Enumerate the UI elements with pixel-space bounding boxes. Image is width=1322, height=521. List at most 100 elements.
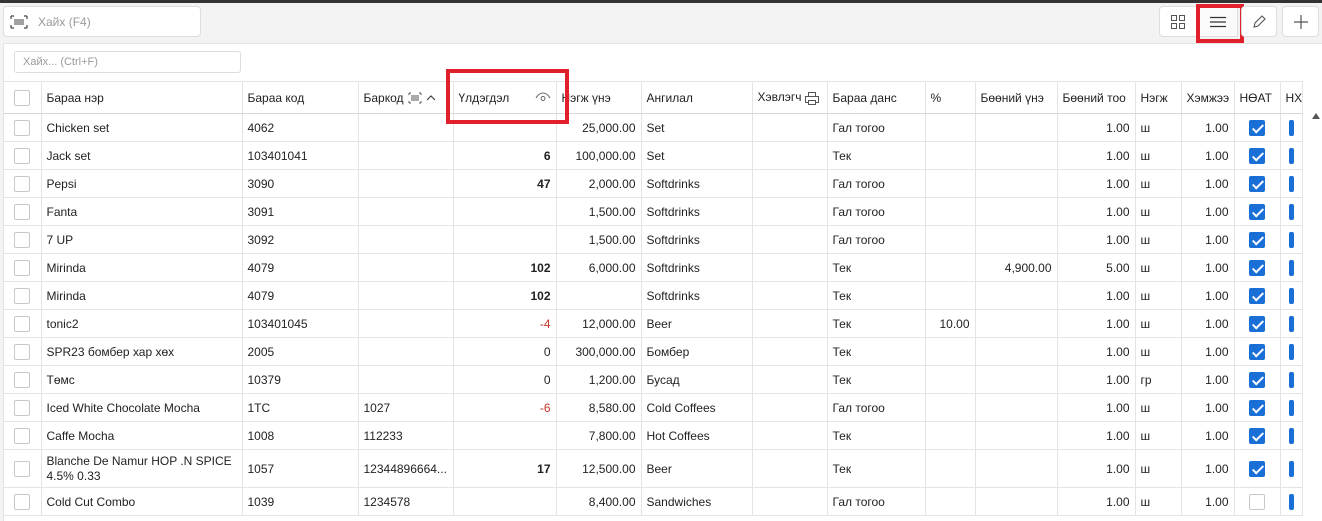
cell-code[interactable]: 1008: [242, 421, 359, 450]
cell-price[interactable]: 1,500.00: [556, 225, 642, 254]
table-row[interactable]: Caffe Mocha 1008 112233 7,800.00 Hot Coffees…: [4, 421, 1303, 450]
cell-price[interactable]: 6,000.00: [556, 253, 642, 282]
row-select-cell[interactable]: [4, 421, 42, 450]
row-select-cell[interactable]: [4, 253, 42, 282]
cell-code[interactable]: 103401041: [242, 141, 359, 170]
vat-checkbox[interactable]: [1249, 259, 1265, 276]
cell-nh[interactable]: [1280, 337, 1303, 366]
table-row[interactable]: Iced White Chocolate Mocha 1TC 1027 -6 8,580…: [4, 393, 1303, 422]
cell-size[interactable]: 1.00: [1181, 309, 1235, 338]
cell-category[interactable]: Softdrinks: [641, 253, 753, 282]
cell-wholesale-price[interactable]: [975, 169, 1058, 198]
row-select-checkbox[interactable]: [14, 343, 31, 360]
cell-wholesale-price[interactable]: [975, 365, 1058, 394]
nh-checkbox[interactable]: [1288, 371, 1294, 388]
cell-stock[interactable]: [453, 113, 557, 142]
cell-percent[interactable]: [925, 421, 976, 450]
table-row[interactable]: Jack set 103401041 6 100,000.00 Set Тек 1.00 ш 1…: [4, 141, 1303, 170]
cell-nh[interactable]: [1280, 309, 1303, 338]
nh-checkbox[interactable]: [1288, 427, 1294, 444]
cell-unit[interactable]: гр: [1135, 365, 1182, 394]
cell-nh[interactable]: [1280, 225, 1303, 254]
vat-checkbox[interactable]: [1249, 371, 1265, 388]
cell-stock[interactable]: [453, 487, 557, 516]
nh-checkbox[interactable]: [1288, 493, 1294, 510]
eye-icon[interactable]: [535, 91, 551, 104]
list-view-button[interactable]: [1197, 6, 1238, 37]
column-header-nh[interactable]: НХ: [1280, 81, 1303, 114]
vat-checkbox[interactable]: [1249, 315, 1265, 332]
cell-nh[interactable]: [1280, 421, 1303, 450]
vat-checkbox[interactable]: [1249, 231, 1265, 248]
vat-checkbox[interactable]: [1249, 343, 1265, 360]
cell-name[interactable]: Fanta: [41, 197, 243, 226]
cell-code[interactable]: 1039: [242, 487, 359, 516]
nh-checkbox[interactable]: [1288, 343, 1294, 360]
cell-wholesale-qty[interactable]: 1.00: [1057, 113, 1136, 142]
scroll-up-arrow-icon[interactable]: [1312, 113, 1320, 119]
row-select-cell[interactable]: [4, 281, 42, 310]
cell-vat[interactable]: [1234, 421, 1281, 450]
cell-name[interactable]: Blanche De Namur HOP .N SPICE 4.5% 0.33: [41, 449, 243, 488]
cell-vat[interactable]: [1234, 281, 1281, 310]
nh-checkbox[interactable]: [1288, 231, 1294, 248]
cell-vat[interactable]: [1234, 253, 1281, 282]
cell-wholesale-qty[interactable]: 1.00: [1057, 169, 1136, 198]
cell-wholesale-qty[interactable]: 1.00: [1057, 225, 1136, 254]
cell-barcode[interactable]: 1234578: [358, 487, 454, 516]
cell-barcode[interactable]: [358, 141, 454, 170]
nh-checkbox[interactable]: [1288, 315, 1294, 332]
cell-name[interactable]: Pepsi: [41, 169, 243, 198]
cell-account[interactable]: Тек: [827, 141, 926, 170]
cell-account[interactable]: Тек: [827, 337, 926, 366]
vat-checkbox[interactable]: [1249, 287, 1265, 304]
cell-price[interactable]: 7,800.00: [556, 421, 642, 450]
cell-printer[interactable]: [752, 449, 828, 488]
cell-percent[interactable]: [925, 449, 976, 488]
cell-printer[interactable]: [752, 393, 828, 422]
cell-unit[interactable]: ш: [1135, 169, 1182, 198]
column-header-wholesale-price[interactable]: Бөөний үнэ: [975, 81, 1058, 114]
nh-checkbox[interactable]: [1288, 399, 1294, 416]
cell-stock[interactable]: 102: [453, 253, 557, 282]
column-header-printer[interactable]: Хэвлэгч: [752, 81, 828, 114]
column-header-barcode[interactable]: Баркод: [358, 81, 454, 114]
cell-barcode[interactable]: [358, 337, 454, 366]
cell-code[interactable]: 4062: [242, 113, 359, 142]
cell-price[interactable]: 8,580.00: [556, 393, 642, 422]
cell-size[interactable]: 1.00: [1181, 169, 1235, 198]
barcode-scan-icon[interactable]: [10, 14, 28, 29]
cell-vat[interactable]: [1234, 393, 1281, 422]
cell-barcode[interactable]: [358, 169, 454, 198]
cell-percent[interactable]: [925, 253, 976, 282]
cell-wholesale-price[interactable]: [975, 113, 1058, 142]
row-select-cell[interactable]: [4, 393, 42, 422]
cell-size[interactable]: 1.00: [1181, 365, 1235, 394]
add-button[interactable]: [1282, 6, 1319, 37]
cell-wholesale-qty[interactable]: 1.00: [1057, 421, 1136, 450]
cell-account[interactable]: Тек: [827, 281, 926, 310]
cell-code[interactable]: 4079: [242, 281, 359, 310]
table-row[interactable]: tonic2 103401045 -4 12,000.00 Beer Тек 10.00 1.…: [4, 309, 1303, 338]
table-row[interactable]: Pepsi 3090 47 2,000.00 Softdrinks Гал тогоо 1.…: [4, 169, 1303, 198]
row-select-checkbox[interactable]: [14, 493, 31, 510]
cell-unit[interactable]: ш: [1135, 225, 1182, 254]
column-header-code[interactable]: Бараа код: [242, 81, 359, 114]
cell-barcode[interactable]: [358, 197, 454, 226]
cell-wholesale-price[interactable]: [975, 421, 1058, 450]
cell-code[interactable]: 1057: [242, 449, 359, 488]
grid-view-button[interactable]: [1159, 6, 1197, 37]
cell-wholesale-qty[interactable]: 1.00: [1057, 487, 1136, 516]
cell-printer[interactable]: [752, 487, 828, 516]
vat-checkbox[interactable]: [1249, 427, 1265, 444]
cell-unit[interactable]: ш: [1135, 393, 1182, 422]
cell-printer[interactable]: [752, 337, 828, 366]
cell-wholesale-price[interactable]: [975, 225, 1058, 254]
cell-percent[interactable]: [925, 337, 976, 366]
cell-wholesale-price[interactable]: [975, 337, 1058, 366]
cell-category[interactable]: Hot Coffees: [641, 421, 753, 450]
vat-checkbox[interactable]: [1249, 203, 1265, 220]
select-all-checkbox[interactable]: [14, 89, 31, 106]
row-select-checkbox[interactable]: [14, 287, 31, 304]
cell-wholesale-price[interactable]: [975, 309, 1058, 338]
